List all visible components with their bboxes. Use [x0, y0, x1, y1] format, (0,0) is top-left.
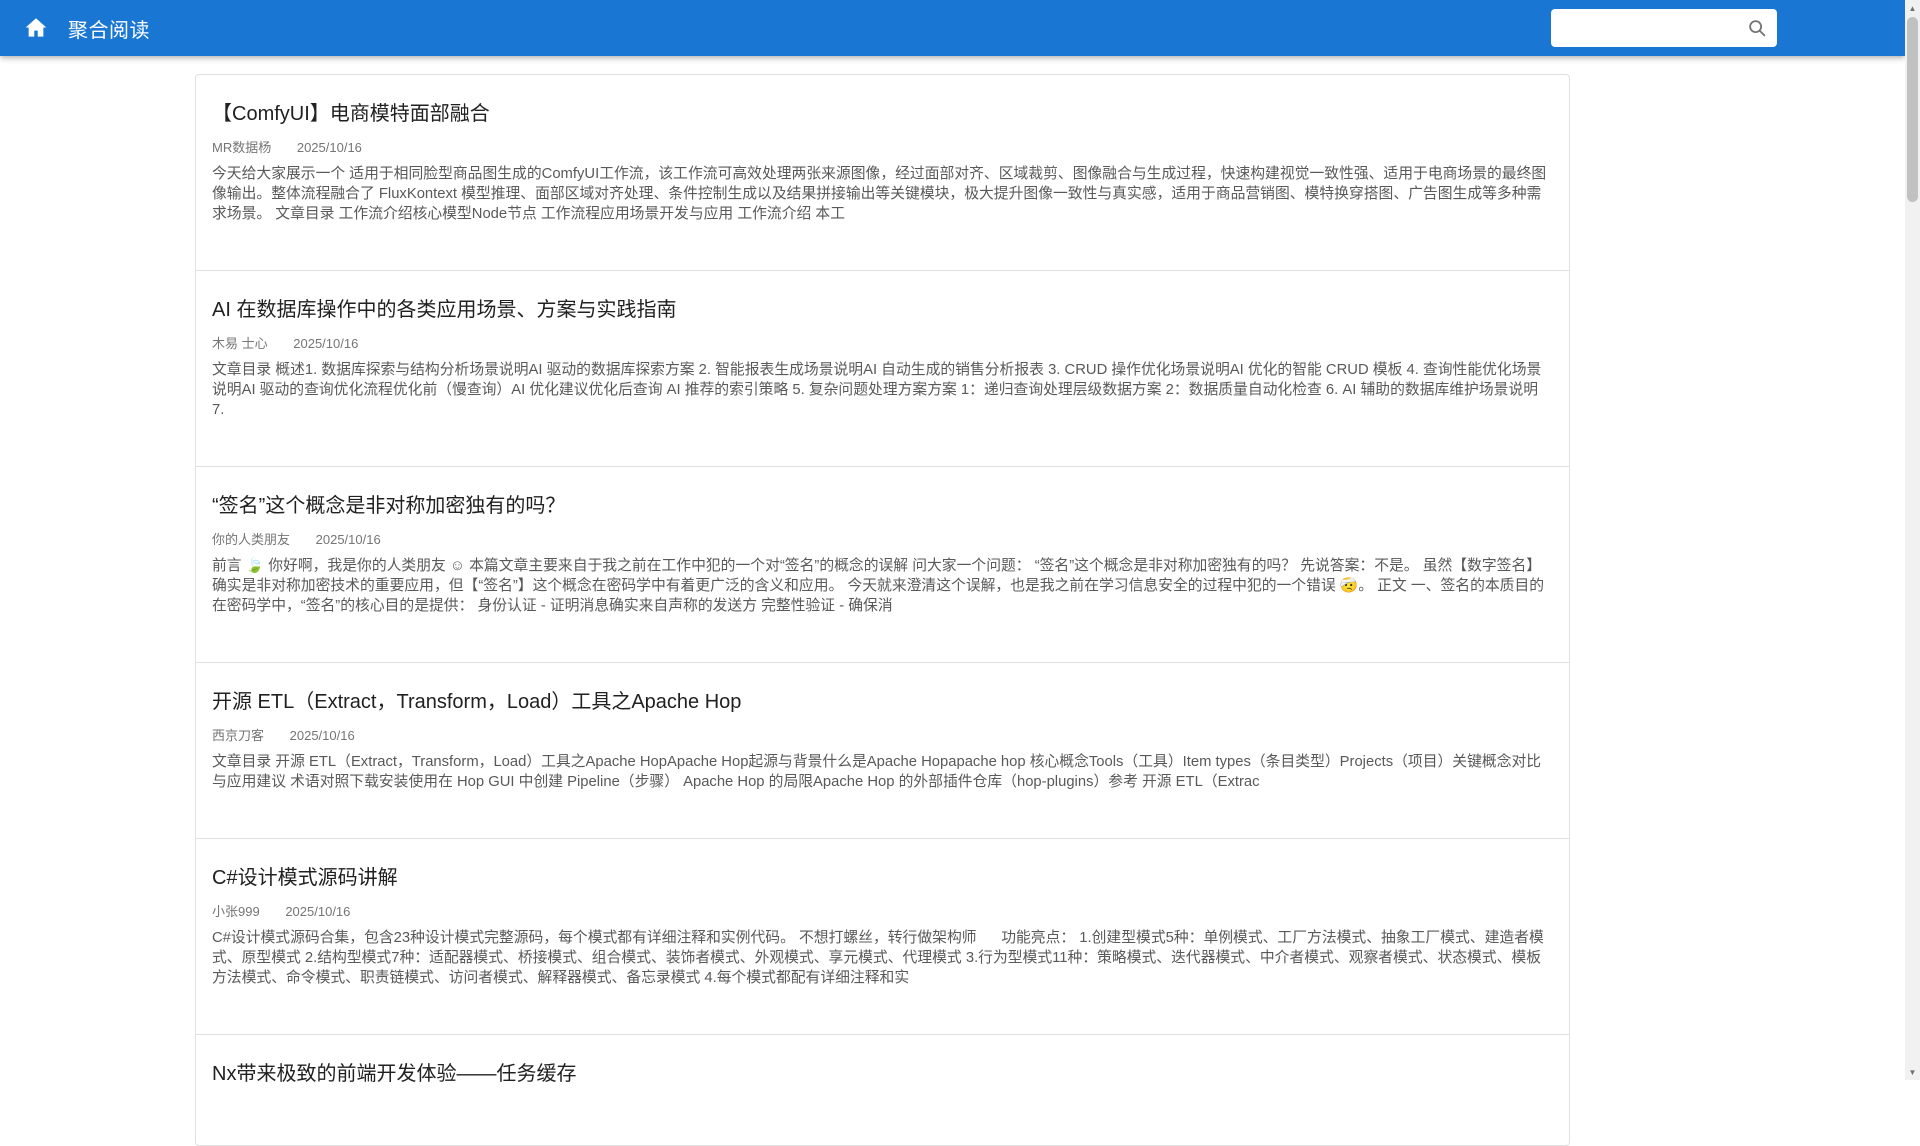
page-title: 聚合阅读: [68, 19, 150, 42]
scrollbar-down-arrow[interactable]: ▼: [1905, 1064, 1920, 1080]
article-date: 2025/10/16: [296, 140, 362, 155]
article-card[interactable]: 【ComfyUI】电商模特面部融合 MR数据杨 2025/10/16 今天给大家…: [196, 75, 1569, 270]
article-summary: 今天给大家展示一个 适用于相同脸型商品图生成的ComfyUI工作流，该工作流可高…: [212, 166, 1547, 222]
article-meta: 小张999 2025/10/16: [212, 903, 1553, 920]
article-title[interactable]: Nx带来极致的前端开发体验——任务缓存: [212, 1061, 1553, 1087]
article-author: 小张999: [212, 904, 260, 919]
scrollbar-thumb[interactable]: [1907, 17, 1918, 202]
article-card[interactable]: “签名”这个概念是非对称加密独有的吗？ 你的人类朋友 2025/10/16 前言…: [196, 466, 1569, 662]
article-card[interactable]: Nx带来极致的前端开发体验——任务缓存: [196, 1034, 1569, 1145]
article-meta: 你的人类朋友 2025/10/16: [212, 531, 1553, 548]
article-title[interactable]: 【ComfyUI】电商模特面部融合: [212, 101, 1553, 127]
article-meta: 木易 士心 2025/10/16: [212, 335, 1553, 352]
article-title[interactable]: C#设计模式源码讲解: [212, 865, 1553, 891]
search-icon: [1746, 17, 1768, 39]
article-summary: C#设计模式源码合集，包含23种设计模式完整源码，每个模式都有详细注释和实例代码…: [212, 930, 1544, 986]
search-field: [1551, 9, 1777, 47]
article-author: 西京刀客: [212, 728, 265, 743]
search-button[interactable]: [1743, 14, 1771, 42]
home-icon: [23, 15, 49, 41]
article-summary: 前言 🍃 你好啊，我是你的人类朋友 ☺ 本篇文章主要来自于我之前在工作中犯的一个…: [212, 558, 1549, 614]
app-bar: 聚合阅读: [0, 0, 1905, 56]
scrollbar[interactable]: ▲ ▼: [1905, 0, 1920, 1080]
scrollbar-up-arrow[interactable]: ▲: [1905, 0, 1920, 16]
article-title[interactable]: 开源 ETL（Extract，Transform，Load）工具之Apache …: [212, 689, 1553, 715]
home-button[interactable]: [14, 6, 58, 50]
article-card[interactable]: AI 在数据库操作中的各类应用场景、方案与实践指南 木易 士心 2025/10/…: [196, 270, 1569, 466]
article-title[interactable]: “签名”这个概念是非对称加密独有的吗？: [212, 493, 1553, 519]
article-meta: 西京刀客 2025/10/16: [212, 727, 1553, 744]
article-title[interactable]: AI 在数据库操作中的各类应用场景、方案与实践指南: [212, 297, 1553, 323]
article-date: 2025/10/16: [293, 336, 359, 351]
article-author: 木易 士心: [212, 336, 268, 351]
article-card[interactable]: 开源 ETL（Extract，Transform，Load）工具之Apache …: [196, 662, 1569, 838]
article-date: 2025/10/16: [285, 904, 351, 919]
article-list: 【ComfyUI】电商模特面部融合 MR数据杨 2025/10/16 今天给大家…: [195, 74, 1570, 1146]
article-summary: 文章目录 开源 ETL（Extract，Transform，Load）工具之Ap…: [212, 754, 1542, 790]
article-meta: MR数据杨 2025/10/16: [212, 139, 1553, 156]
article-date: 2025/10/16: [289, 728, 355, 743]
article-card[interactable]: C#设计模式源码讲解 小张999 2025/10/16 C#设计模式源码合集，包…: [196, 838, 1569, 1034]
article-author: MR数据杨: [212, 140, 272, 155]
article-author: 你的人类朋友: [212, 532, 291, 547]
article-date: 2025/10/16: [315, 532, 381, 547]
article-summary: 文章目录 概述1. 数据库探索与结构分析场景说明AI 驱动的数据库探索方案 2.…: [212, 362, 1543, 418]
